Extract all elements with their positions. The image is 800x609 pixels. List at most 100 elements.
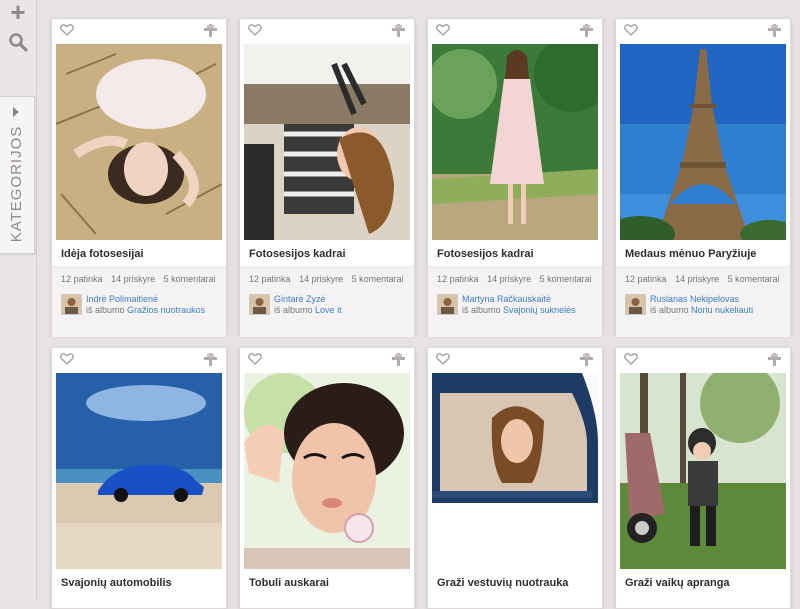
avatar[interactable]	[61, 294, 82, 315]
card-footer: 12 patinka 14 priskyre 5 komentarai Indr…	[52, 267, 226, 337]
card-stats: 12 patinka 14 priskyre 5 komentarai	[61, 274, 222, 284]
album-prefix: iš albumo	[462, 305, 501, 315]
likes-count: 12 patinka	[61, 274, 103, 284]
photo-woman-lying-on-hay[interactable]	[56, 44, 222, 240]
card-header	[616, 348, 790, 373]
album-link[interactable]: Gražios nuotraukos	[127, 305, 205, 315]
album-link[interactable]: Svajonių suknelės	[503, 305, 576, 315]
pin-icon[interactable]	[392, 353, 405, 366]
card-header	[428, 19, 602, 44]
heart-icon[interactable]	[60, 23, 74, 37]
photo-image	[620, 44, 786, 240]
card-header	[52, 348, 226, 373]
pin-card[interactable]: Idėja fotosesijai 12 patinka 14 priskyre…	[51, 18, 227, 337]
heart-icon[interactable]	[624, 23, 638, 37]
author-info: Martyna Račkauskaitė iš albumo Svajonių …	[462, 294, 576, 316]
heart-icon[interactable]	[248, 23, 262, 37]
album-link[interactable]: Noriu nukeliauti	[691, 305, 753, 315]
pin-card[interactable]: Svajonių automobilis	[51, 347, 227, 609]
card-header	[428, 348, 602, 373]
photo-bride-in-car-window[interactable]	[432, 373, 598, 569]
card-footer: 12 patinka 14 priskyre 5 komentarai Rusl…	[616, 267, 790, 337]
arrow-right-icon	[13, 107, 19, 117]
pin-card[interactable]: Graži vestuvių nuotrauka	[427, 347, 603, 609]
card-header	[240, 19, 414, 44]
photo-image	[244, 373, 410, 569]
photo-woman-in-pink-dress[interactable]	[432, 44, 598, 240]
pin-icon[interactable]	[392, 24, 405, 37]
card-title[interactable]: Svajonių automobilis	[52, 569, 226, 595]
pin-card[interactable]: Tobuli auskarai	[239, 347, 415, 609]
pins-count: 14 priskyre	[299, 274, 344, 284]
card-title[interactable]: Graži vaikų apranga	[616, 569, 790, 595]
photo-woman-in-car-seat[interactable]	[244, 44, 410, 240]
photo-image	[244, 44, 410, 240]
comments-count: 5 komentarai	[163, 274, 216, 284]
heart-icon[interactable]	[248, 352, 262, 366]
photo-woman-with-earrings[interactable]	[244, 373, 410, 569]
sidebar: + KATEGORIJOS	[0, 0, 37, 600]
photo-image	[432, 44, 598, 240]
author-link[interactable]: Gintarė Zyzė	[274, 294, 326, 304]
avatar[interactable]	[625, 294, 646, 315]
search-icon	[9, 33, 28, 52]
pin-card[interactable]: Graži vaikų apranga	[615, 347, 791, 609]
avatar[interactable]	[249, 294, 270, 315]
pin-icon[interactable]	[580, 24, 593, 37]
card-header	[52, 19, 226, 44]
author-link[interactable]: Indrė Polimaitienė	[86, 294, 158, 304]
heart-icon[interactable]	[436, 23, 450, 37]
pin-icon[interactable]	[204, 24, 217, 37]
pin-icon[interactable]	[768, 24, 781, 37]
pin-icon[interactable]	[204, 353, 217, 366]
card-header	[240, 348, 414, 373]
photo-child-with-scooter[interactable]	[620, 373, 786, 569]
author-info: Ruslanas Nekipelovas iš albumo Noriu nuk…	[650, 294, 753, 316]
pin-icon[interactable]	[768, 353, 781, 366]
categories-tab[interactable]: KATEGORIJOS	[0, 96, 35, 254]
add-button[interactable]: +	[6, 0, 30, 25]
card-title[interactable]: Tobuli auskarai	[240, 569, 414, 595]
author-info: Gintarė Zyzė iš albumo Love it	[274, 294, 342, 316]
photo-image	[432, 373, 598, 569]
card-header	[616, 19, 790, 44]
photo-eiffel-tower[interactable]	[620, 44, 786, 240]
pin-card[interactable]: Medaus mėnuo Paryžiuje 12 patinka 14 pri…	[615, 18, 791, 337]
card-footer: 12 patinka 14 priskyre 5 komentarai Gint…	[240, 267, 414, 337]
author-link[interactable]: Ruslanas Nekipelovas	[650, 294, 739, 304]
comments-count: 5 komentarai	[539, 274, 592, 284]
card-title[interactable]: Medaus mėnuo Paryžiuje	[616, 240, 790, 266]
pins-count: 14 priskyre	[675, 274, 720, 284]
album-prefix: iš albumo	[86, 305, 125, 315]
photo-image	[56, 44, 222, 240]
card-title[interactable]: Graži vestuvių nuotrauka	[428, 569, 602, 595]
likes-count: 12 patinka	[437, 274, 479, 284]
search-button[interactable]	[6, 30, 30, 54]
album-prefix: iš albumo	[274, 305, 313, 315]
heart-icon[interactable]	[60, 352, 74, 366]
card-title[interactable]: Fotosesijos kadrai	[428, 240, 602, 266]
pin-card[interactable]: Fotosesijos kadrai 12 patinka 14 priskyr…	[239, 18, 415, 337]
album-prefix: iš albumo	[650, 305, 689, 315]
album-link[interactable]: Love it	[315, 305, 342, 315]
heart-icon[interactable]	[624, 352, 638, 366]
card-stats: 12 patinka 14 priskyre 5 komentarai	[625, 274, 786, 284]
heart-icon[interactable]	[436, 352, 450, 366]
author-link[interactable]: Martyna Račkauskaitė	[462, 294, 551, 304]
card-stats: 12 patinka 14 priskyre 5 komentarai	[249, 274, 410, 284]
pins-count: 14 priskyre	[487, 274, 532, 284]
photo-blue-sports-car[interactable]	[56, 373, 222, 569]
card-stats: 12 patinka 14 priskyre 5 komentarai	[437, 274, 598, 284]
card-title[interactable]: Fotosesijos kadrai	[240, 240, 414, 266]
pin-card[interactable]: Fotosesijos kadrai 12 patinka 14 priskyr…	[427, 18, 603, 337]
pin-icon[interactable]	[580, 353, 593, 366]
likes-count: 12 patinka	[249, 274, 291, 284]
comments-count: 5 komentarai	[727, 274, 780, 284]
pins-count: 14 priskyre	[111, 274, 156, 284]
card-title[interactable]: Idėja fotosesijai	[52, 240, 226, 266]
photo-image	[56, 373, 222, 569]
card-footer: 12 patinka 14 priskyre 5 komentarai Mart…	[428, 267, 602, 337]
likes-count: 12 patinka	[625, 274, 667, 284]
author-info: Indrė Polimaitienė iš albumo Gražios nuo…	[86, 294, 205, 316]
avatar[interactable]	[437, 294, 458, 315]
